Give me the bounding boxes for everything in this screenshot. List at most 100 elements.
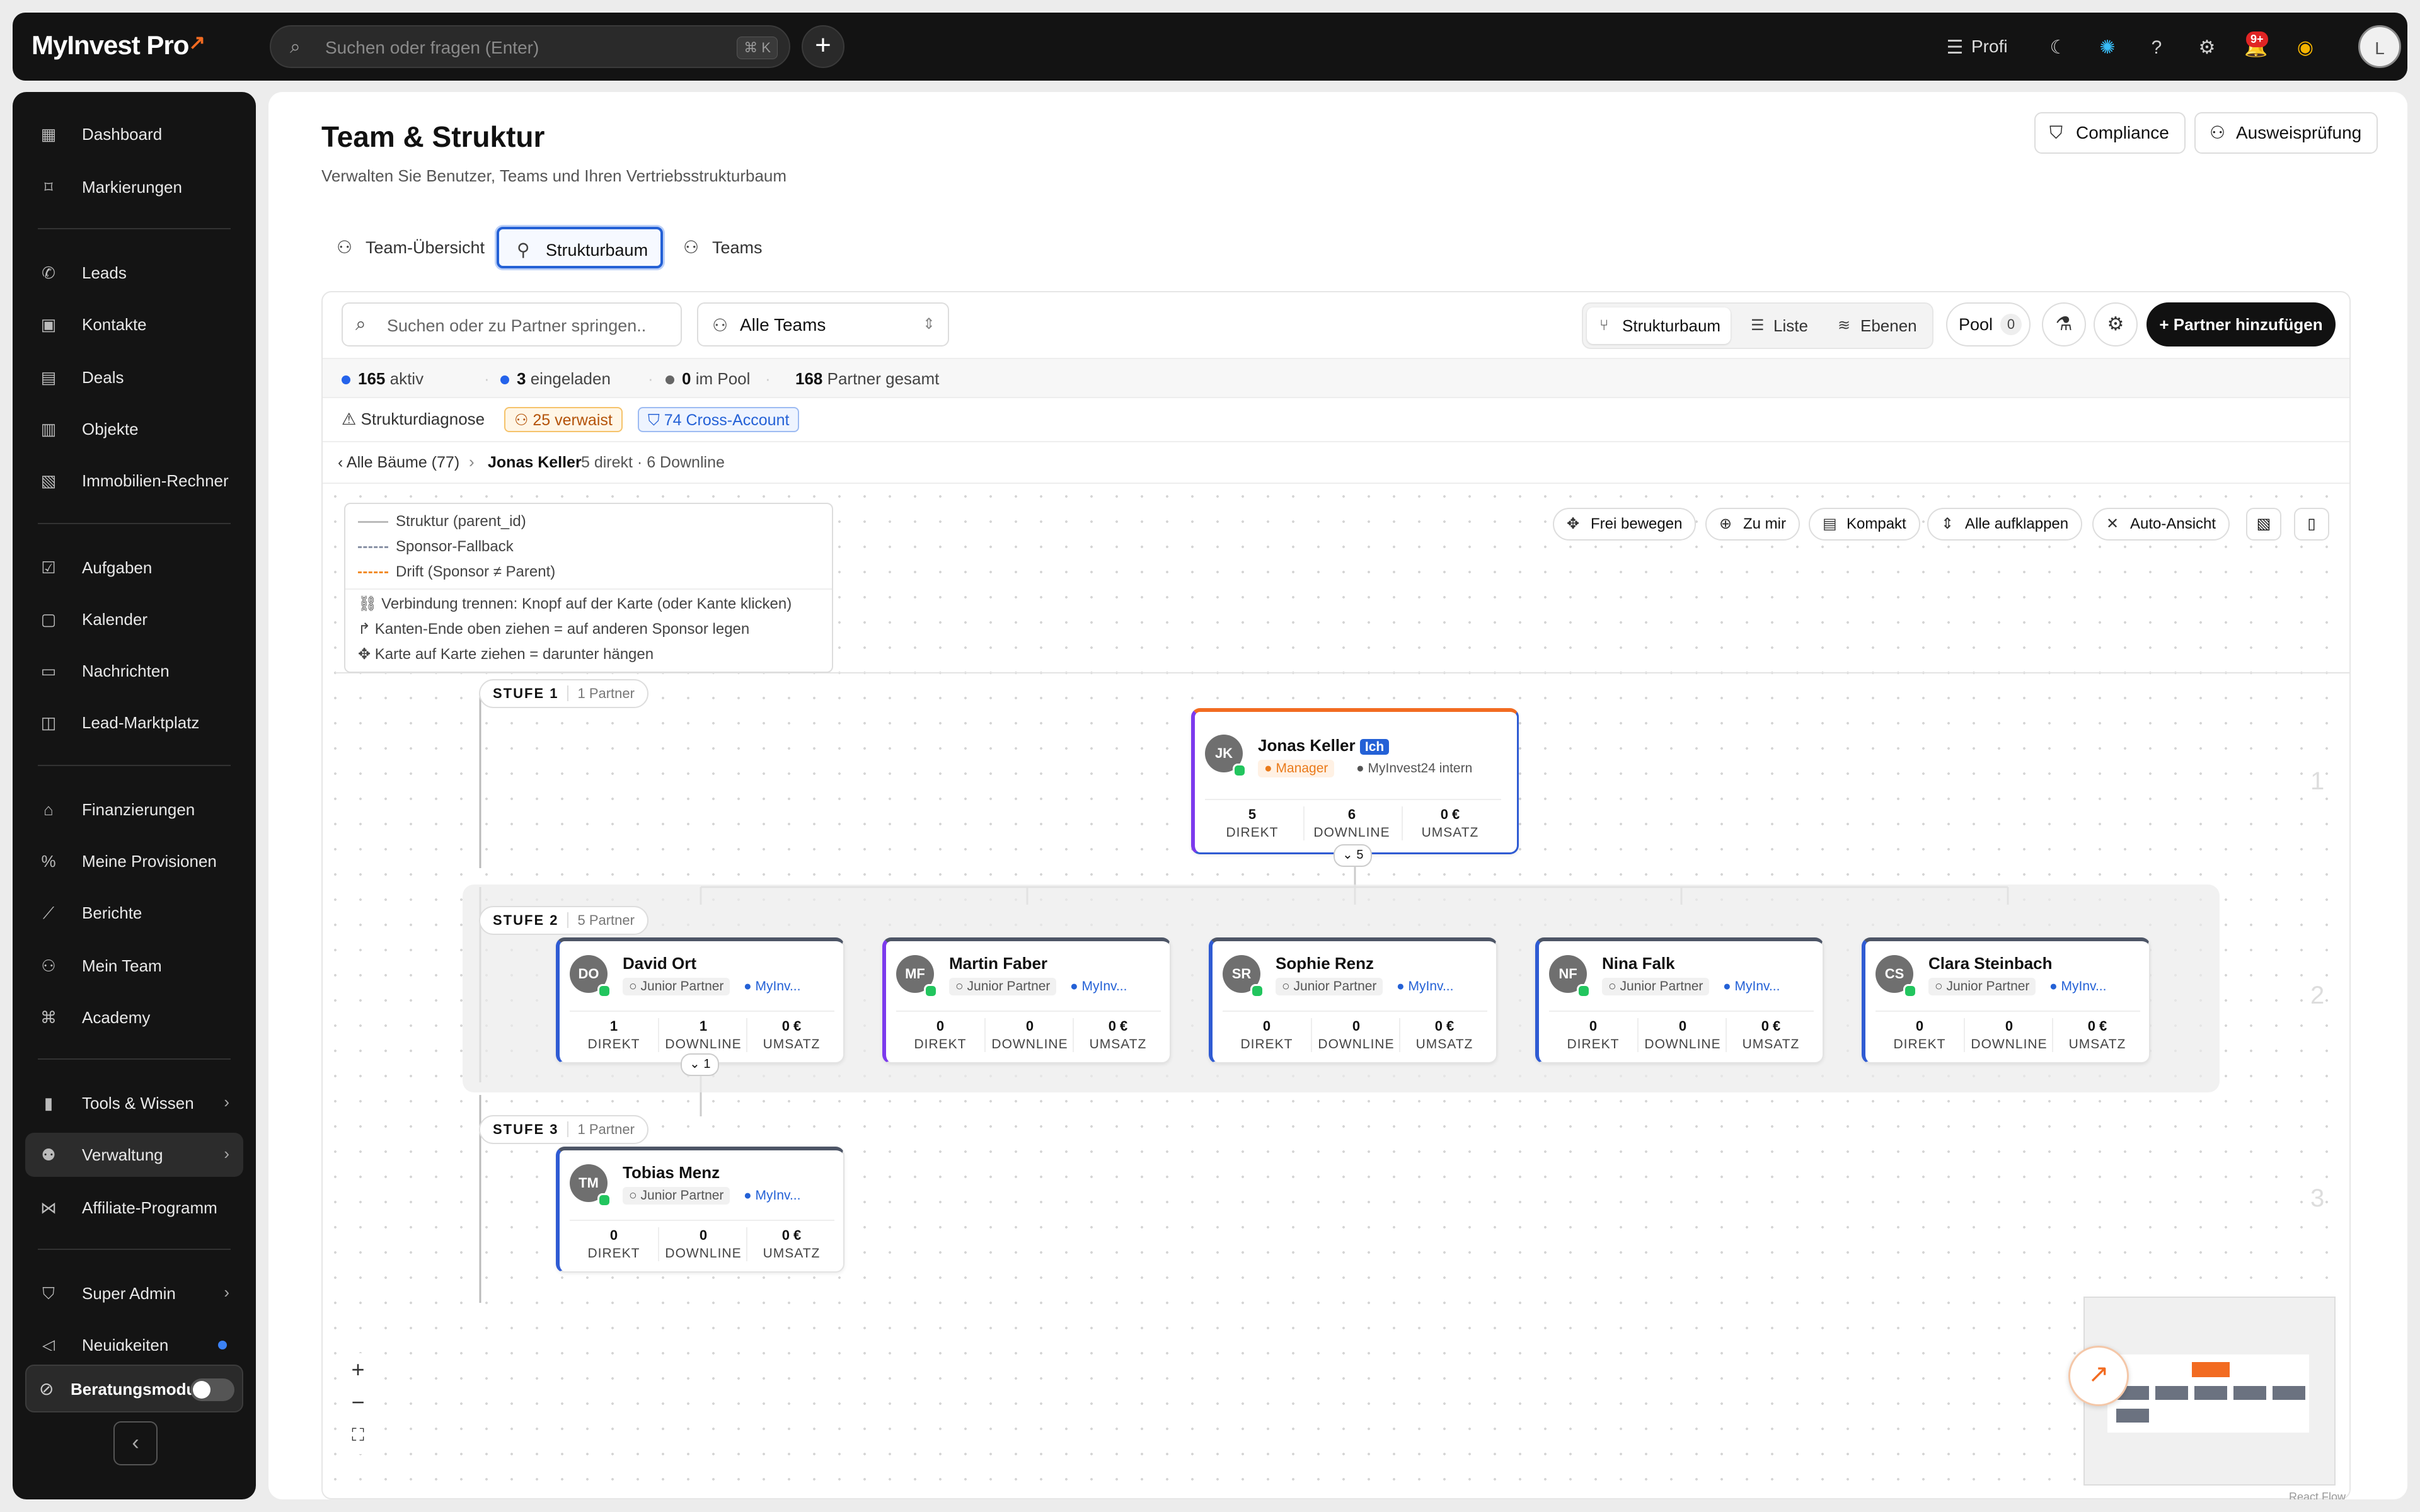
sidebar-item-objekte[interactable]: ▥ Objekte <box>25 407 243 451</box>
app-logo[interactable]: MyInvest Pro↗ <box>32 30 205 60</box>
partner-search-input[interactable]: ⌕ Suchen oder zu Partner springen.. <box>342 302 682 346</box>
export-image-button[interactable]: ▧ <box>2246 508 2281 541</box>
tab-team-uebersicht[interactable]: ⚇ Team-Übersicht <box>321 227 498 268</box>
frei-bewegen-button[interactable]: ✥ Frei bewegen <box>1553 508 1697 541</box>
global-search[interactable]: ⌕ Suchen oder fragen (Enter) ⌘ K <box>270 25 790 68</box>
zoom-out-button[interactable]: − <box>340 1386 376 1419</box>
react-flow-attribution[interactable]: React Flow <box>2289 1491 2346 1499</box>
page-title: Team & Struktur <box>321 120 545 153</box>
online-indicator <box>1903 984 1917 998</box>
partner-card[interactable]: MF Martin Faber ○ Junior Partner ● MyInv… <box>882 937 1171 1063</box>
toggle-switch[interactable] <box>190 1378 234 1401</box>
sidebar-item-leads[interactable]: ✆ Leads <box>25 251 243 295</box>
pool-button[interactable]: Pool 0 <box>1946 302 2031 346</box>
tree-canvas[interactable]: Struktur (parent_id) Sponsor-Fallback Dr… <box>323 484 2349 1499</box>
verwaist-chip[interactable]: ⚇ 25 verwaist <box>504 407 623 432</box>
partner-card[interactable]: CS Clara Steinbach ○ Junior Partner ● My… <box>1862 937 2150 1063</box>
help-icon[interactable]: ? <box>2143 34 2170 62</box>
online-indicator <box>1233 764 1247 777</box>
metric-downline: 0 DOWNLINE <box>1964 1018 2053 1052</box>
alle-aufklappen-button[interactable]: ⇕ Alle aufklappen <box>1927 508 2083 541</box>
kompakt-button[interactable]: ▤ Kompakt <box>1809 508 1920 541</box>
sidebar-item-kontakte[interactable]: ▣ Kontakte <box>25 302 243 346</box>
partner-card[interactable]: TM Tobias Menz ○ Junior Partner ● MyInv.… <box>556 1147 844 1273</box>
partner-role: ○ Junior Partner <box>1602 978 1710 995</box>
partner-card-root[interactable]: JK Jonas Keller Ich ● Manager ● MyInvest… <box>1191 708 1519 854</box>
sidebar-item-super-admin[interactable]: ⛉ Super Admin › <box>25 1271 243 1315</box>
metric-umsatz: 0 € UMSATZ <box>2052 1018 2141 1052</box>
chevron-right-icon: › <box>224 1144 229 1163</box>
metric-downline: 0 DOWNLINE <box>658 1227 747 1261</box>
sidebar-item-affiliate[interactable]: ⋈ Affiliate-Programm <box>25 1186 243 1230</box>
support-fab[interactable]: ↗ <box>2068 1346 2129 1406</box>
view-liste[interactable]: ☰ Liste <box>1738 307 1818 344</box>
settings-button[interactable]: ⚙ <box>2094 302 2138 346</box>
legend-sponsor-fallback: Sponsor-Fallback <box>358 538 514 556</box>
ausweispruefung-button[interactable]: ⚇ Ausweisprüfung <box>2194 112 2378 154</box>
divider <box>38 1249 231 1250</box>
bookmark-icon: ⌑ <box>44 178 53 197</box>
fit-view-button[interactable]: ⛶ <box>340 1419 376 1452</box>
partner-card[interactable]: SR Sophie Renz ○ Junior Partner ● MyInv.… <box>1209 937 1497 1063</box>
beratungsmodus-toggle[interactable]: ⊘ Beratungsmodus <box>25 1365 243 1412</box>
sidebar-item-finanzierungen[interactable]: ⌂ Finanzierungen <box>25 788 243 832</box>
chart-icon: ⟋ <box>42 903 55 922</box>
team-select[interactable]: ⚇ Alle Teams ⇕ <box>697 302 949 346</box>
quick-add-button[interactable]: + <box>802 25 844 68</box>
gear-icon: ⚙ <box>2107 314 2124 335</box>
tab-strukturbaum[interactable]: ⚲ Strukturbaum <box>497 227 663 268</box>
partner-role: ○ Junior Partner <box>623 1187 730 1205</box>
partner-name: Sophie Renz <box>1276 954 1374 973</box>
sidebar-item-berichte[interactable]: ⟋ Berichte <box>25 891 243 935</box>
sidebar-item-neuigkeiten[interactable]: ◁ Neuigkeiten <box>25 1323 243 1351</box>
moon-icon[interactable]: ☾ <box>2044 34 2072 62</box>
collapse-sidebar-button[interactable]: ‹ <box>113 1421 158 1465</box>
search-icon: ⌕ <box>290 37 301 57</box>
sidebar-item-nachrichten[interactable]: ▭ Nachrichten <box>25 649 243 693</box>
expand-children-button[interactable]: ⌄ 1 <box>681 1053 720 1076</box>
sidebar-item-immobilien-rechner[interactable]: ▧ Immobilien-Rechner <box>25 459 243 503</box>
compliance-button[interactable]: ⛉ Compliance <box>2034 112 2186 154</box>
view-switcher: ⑂ Strukturbaum ☰ Liste ≋ Ebenen <box>1582 302 1933 349</box>
sidebar-item-mein-team[interactable]: ⚇ Mein Team <box>25 944 243 988</box>
sidebar-item-dashboard[interactable]: ▦ Dashboard <box>25 112 243 156</box>
partner-org: ● MyInv... <box>1723 979 1780 994</box>
sidebar-item-markierungen[interactable]: ⌑ Markierungen <box>25 165 243 209</box>
metric-direkt: 1 DIREKT <box>587 1018 640 1051</box>
partner-role: ○ Junior Partner <box>1276 978 1383 995</box>
chevron-right-icon: › <box>224 1092 229 1111</box>
partner-card[interactable]: DO David Ort ○ Junior Partner ● MyInv...… <box>556 937 844 1063</box>
ai-sparkle-icon[interactable]: ✺ <box>2094 34 2121 62</box>
sidebar-item-verwaltung[interactable]: ⚉ Verwaltung › <box>25 1133 243 1177</box>
mode-label[interactable]: Profi <box>1971 37 2008 57</box>
zu-mir-button[interactable]: ⊕ Zu mir <box>1705 508 1800 541</box>
export-pdf-button[interactable]: ▯ <box>2294 508 2329 541</box>
tab-teams[interactable]: ⚇ Teams <box>668 227 776 268</box>
online-indicator <box>597 1193 611 1207</box>
sliders-icon[interactable]: ☰ <box>1941 34 1969 62</box>
auto-ansicht-button[interactable]: ✕ Auto-Ansicht <box>2092 508 2230 541</box>
view-strukturbaum[interactable]: ⑂ Strukturbaum <box>1587 307 1731 344</box>
online-indicator <box>1577 984 1591 998</box>
sidebar-item-lead-marktplatz[interactable]: ◫ Lead-Marktplatz <box>25 701 243 745</box>
add-partner-button[interactable]: + Partner hinzufügen <box>2146 302 2336 346</box>
user-x-icon: ⚇ <box>514 411 529 429</box>
sidebar-item-deals[interactable]: ▤ Deals <box>25 355 243 399</box>
shrink-icon: ✕ <box>2106 515 2119 532</box>
expand-children-button[interactable]: ⌄ 5 <box>1334 844 1373 867</box>
user-avatar[interactable]: L <box>2358 25 2401 68</box>
sidebar-item-kalender[interactable]: ▢ Kalender <box>25 597 243 641</box>
cross-account-chip[interactable]: ⛉ 74 Cross-Account <box>638 407 800 432</box>
partner-card[interactable]: NF Nina Falk ○ Junior Partner ● MyInv...… <box>1535 937 1824 1063</box>
back-to-all-trees[interactable]: ‹ Alle Bäume (77) <box>338 454 459 472</box>
flask-button[interactable]: ⚗ <box>2042 302 2086 346</box>
view-ebenen[interactable]: ≋ Ebenen <box>1825 307 1927 344</box>
zoom-in-button[interactable]: + <box>340 1353 376 1386</box>
sidebar-item-academy[interactable]: ⌘ Academy <box>25 995 243 1040</box>
metric-direkt: 0 DIREKT <box>587 1227 640 1261</box>
gear-icon[interactable]: ⚙ <box>2193 34 2221 62</box>
sidebar-item-tools-wissen[interactable]: ▮ Tools & Wissen › <box>25 1081 243 1125</box>
eye-icon[interactable]: ◉ <box>2291 34 2319 62</box>
sidebar-item-aufgaben[interactable]: ☑ Aufgaben <box>25 546 243 590</box>
sidebar-item-meine-provisionen[interactable]: % Meine Provisionen <box>25 839 243 883</box>
